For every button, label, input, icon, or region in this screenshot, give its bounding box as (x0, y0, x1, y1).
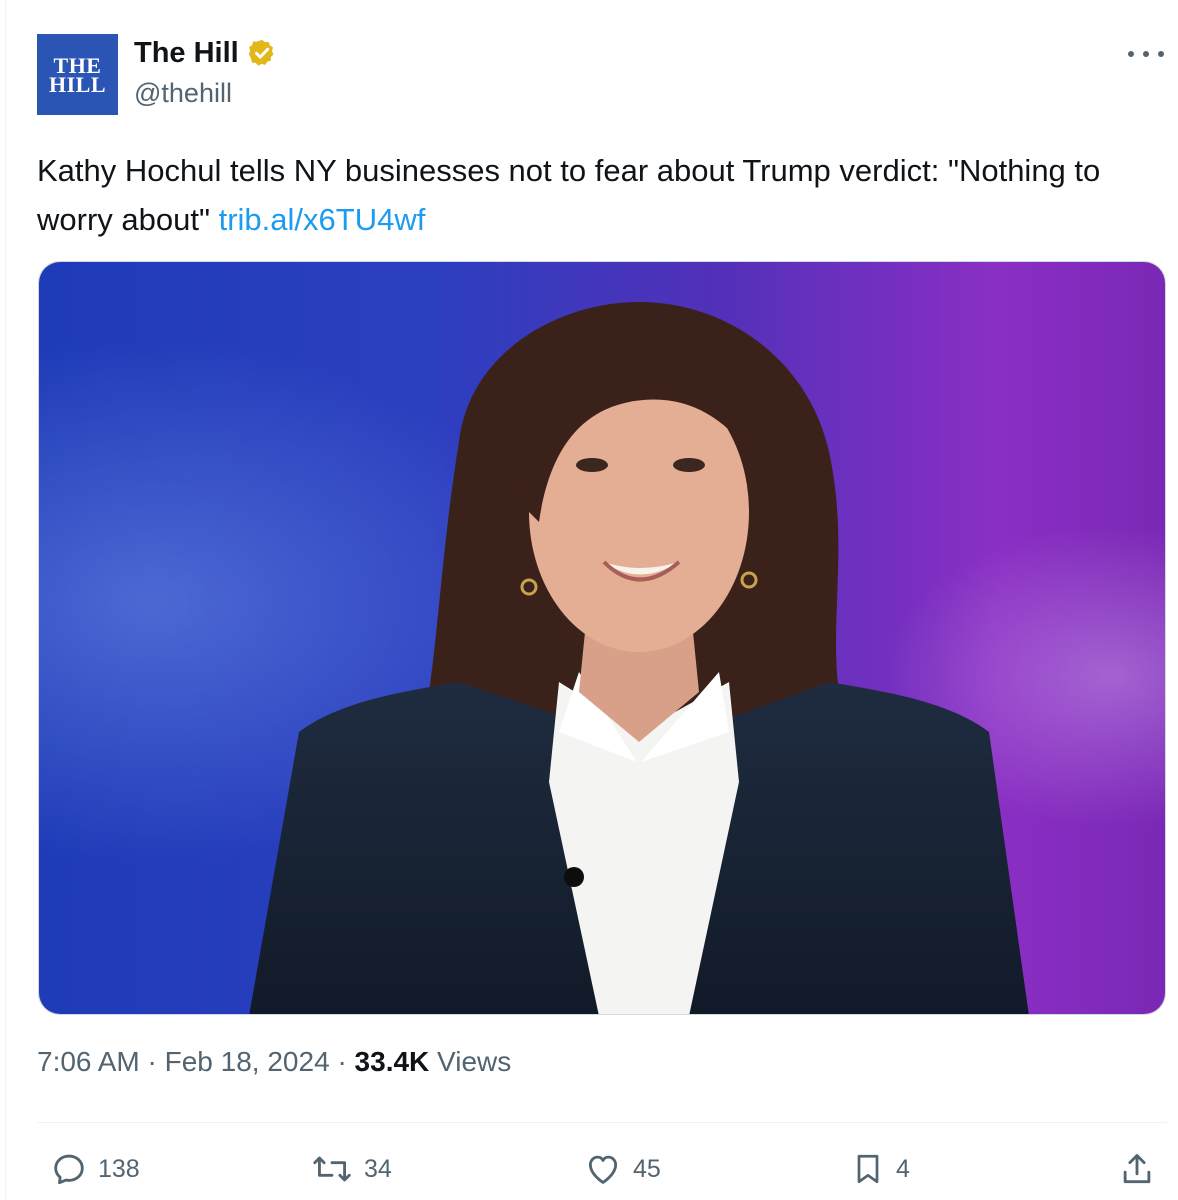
repost-button[interactable]: 34 (310, 1146, 392, 1192)
author-handle[interactable]: @thehill (134, 78, 232, 109)
avatar-text-line2: HILL (48, 71, 107, 97)
more-options-icon[interactable] (1128, 40, 1164, 68)
views-label: Views (437, 1046, 512, 1077)
tweet-link[interactable]: trib.al/x6TU4wf (219, 202, 426, 237)
bookmark-count: 4 (896, 1154, 910, 1183)
meta-separator: · (147, 1046, 157, 1077)
reply-button[interactable]: 138 (50, 1146, 140, 1192)
tweet-body: Kathy Hochul tells NY businesses not to … (37, 153, 1101, 237)
bookmark-button[interactable]: 4 (850, 1146, 910, 1192)
photo-of-woman-speaking-icon (39, 262, 1165, 1014)
views-count: 33.4K (354, 1046, 430, 1077)
heart-icon (588, 1155, 618, 1184)
tweet-date[interactable]: Feb 18, 2024 (165, 1046, 330, 1077)
avatar[interactable]: THE HILL (37, 34, 118, 115)
repost-icon (313, 1156, 351, 1182)
frame-edge (5, 0, 6, 1200)
display-name[interactable]: The Hill (134, 37, 239, 70)
tweet-meta: 7:06 AM · Feb 18, 2024 · 33.4K Views (37, 1046, 511, 1078)
reply-icon (54, 1154, 84, 1185)
share-icon (1123, 1154, 1151, 1184)
tweet-media-image[interactable] (38, 261, 1166, 1015)
tweet-text: Kathy Hochul tells NY businesses not to … (37, 146, 1147, 244)
divider (37, 1122, 1167, 1123)
reply-count: 138 (98, 1154, 140, 1183)
repost-count: 34 (364, 1154, 392, 1183)
share-button[interactable] (1118, 1146, 1156, 1192)
like-button[interactable]: 45 (583, 1146, 661, 1192)
verified-badge-icon (248, 39, 274, 66)
like-count: 45 (633, 1154, 661, 1183)
author-name-row[interactable]: The Hill (134, 33, 277, 73)
tweet-time[interactable]: 7:06 AM (37, 1046, 140, 1077)
meta-separator: · (337, 1046, 347, 1077)
bookmark-icon (857, 1154, 879, 1184)
